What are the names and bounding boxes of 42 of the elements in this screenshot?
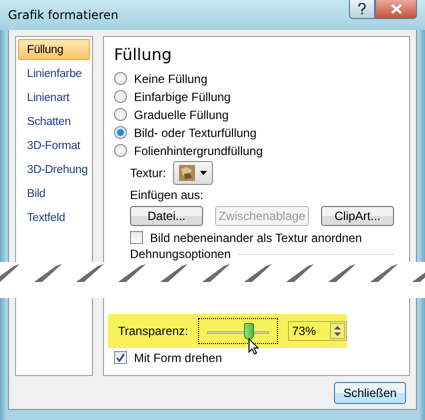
nav-item[interactable]: Linienart bbox=[18, 87, 90, 108]
texture-dropdown[interactable] bbox=[173, 160, 214, 185]
texture-label: Textur: bbox=[130, 166, 166, 180]
check-icon bbox=[116, 353, 125, 362]
radio-label: Bild- oder Texturfüllung bbox=[134, 126, 257, 140]
checkbox-label: Mit Form drehen bbox=[134, 350, 222, 364]
radio-label: Einfarbige Füllung bbox=[134, 90, 231, 104]
checkbox-label: Bild nebeneinander als Textur anordnen bbox=[150, 230, 362, 245]
texture-swatch-icon bbox=[179, 164, 196, 181]
checkbox[interactable] bbox=[130, 231, 143, 244]
radio-button[interactable] bbox=[114, 126, 127, 140]
nav-item[interactable]: Füllung bbox=[18, 39, 90, 60]
radio-label: Folienhintergrundfüllung bbox=[134, 144, 263, 158]
nav-item[interactable]: 3D-Drehung bbox=[18, 159, 90, 180]
spin-arrows-icon bbox=[330, 323, 345, 339]
group-label: Dehnungsoptionen bbox=[130, 247, 231, 262]
radio-button[interactable] bbox=[114, 90, 127, 104]
radio-button[interactable] bbox=[114, 144, 127, 158]
nav-item[interactable]: Bild bbox=[18, 183, 90, 204]
radio-button[interactable] bbox=[114, 108, 127, 122]
transparency-label: Transparenz: bbox=[118, 324, 190, 338]
transparency-field[interactable]: 73% bbox=[288, 321, 347, 341]
help-button[interactable] bbox=[349, 0, 375, 19]
help-icon bbox=[358, 3, 366, 15]
section-heading: Füllung bbox=[114, 45, 173, 64]
nav-item[interactable]: 3D-Format bbox=[18, 135, 90, 156]
window-title: Grafik formatieren bbox=[8, 8, 118, 22]
close-icon bbox=[390, 4, 402, 14]
cursor-icon bbox=[248, 338, 260, 355]
radio-button[interactable] bbox=[114, 72, 127, 86]
insert-button[interactable]: Datei... bbox=[130, 206, 203, 226]
close-dialog-button[interactable]: Schließen bbox=[334, 382, 406, 404]
checkbox[interactable] bbox=[114, 351, 127, 364]
insert-from-label: Einfügen aus: bbox=[130, 188, 204, 202]
nav-item[interactable]: Linienfarbe bbox=[18, 63, 90, 84]
close-button[interactable] bbox=[375, 0, 417, 19]
insert-button[interactable]: ClipArt... bbox=[321, 206, 394, 226]
radio-label: Keine Füllung bbox=[134, 72, 208, 86]
nav-item[interactable]: Textfeld bbox=[18, 207, 90, 228]
radio-label: Graduelle Füllung bbox=[134, 108, 229, 122]
nav-item[interactable]: Schatten bbox=[18, 111, 90, 132]
caret-icon bbox=[200, 170, 207, 175]
